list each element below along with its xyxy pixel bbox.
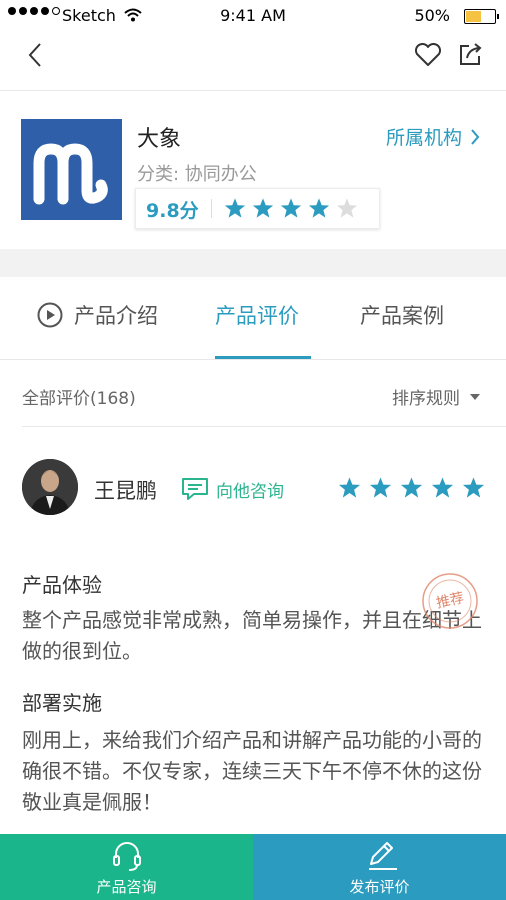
app-star-rating	[224, 197, 358, 219]
bottom-action-bar: 产品咨询 发布评价	[0, 834, 506, 900]
rating-divider	[211, 199, 212, 218]
star-empty-icon	[336, 198, 358, 218]
star-filled-icon	[400, 477, 423, 498]
publish-review-button[interactable]: 发布评价	[253, 834, 506, 900]
org-link[interactable]: 所属机构	[386, 123, 480, 150]
consult-product-button[interactable]: 产品咨询	[0, 834, 253, 900]
heart-icon[interactable]	[414, 43, 442, 67]
star-filled-icon	[369, 477, 392, 498]
app-name: 大象	[137, 127, 182, 152]
nav-bar	[0, 32, 506, 91]
section-title-deployment: 部署实施	[22, 691, 102, 715]
rating-box: 9.8分	[135, 188, 380, 229]
chat-icon	[182, 478, 208, 500]
org-link-label: 所属机构	[385, 127, 462, 149]
status-bar: Sketch 9:41 AM 50%	[0, 0, 506, 32]
play-icon	[37, 302, 63, 328]
sort-label: 排序规则	[392, 389, 460, 409]
category-value: 协同办公	[184, 164, 257, 185]
consult-product-label: 产品咨询	[96, 878, 157, 896]
app-logo	[21, 119, 122, 220]
star-filled-icon	[338, 477, 361, 498]
section-divider	[0, 249, 506, 277]
publish-review-label: 发布评价	[349, 878, 410, 896]
app-score: 9.8分	[146, 200, 199, 222]
star-filled-icon	[308, 198, 330, 218]
battery-percent: 50%	[414, 6, 450, 25]
tab-cases[interactable]: 产品案例	[360, 300, 444, 330]
section-text-deployment: 刚用上，来给我们介绍产品和讲解产品功能的小哥的确很不错。不仅专家，连续三天下午不…	[22, 728, 482, 814]
back-icon[interactable]	[26, 42, 44, 68]
section-text-experience: 整个产品感觉非常成熟，简单易操作，并且在细节上做的很到位。	[22, 608, 482, 663]
battery-icon	[464, 9, 499, 24]
review-total: 全部评价(168)	[22, 389, 136, 409]
star-filled-icon	[224, 198, 246, 218]
consult-label: 向他咨询	[216, 481, 284, 502]
caret-down-icon	[470, 393, 480, 400]
tab-intro[interactable]: 产品介绍	[74, 300, 158, 330]
headset-icon	[113, 842, 141, 871]
recommend-stamp: 推荐	[420, 571, 480, 635]
share-icon[interactable]	[458, 41, 484, 67]
reviewer-name: 王昆鹏	[94, 479, 157, 503]
app-category: 分类: 协同办公	[137, 160, 257, 186]
consult-button[interactable]: 向他咨询	[180, 476, 284, 502]
divider	[22, 426, 506, 427]
section-title-experience: 产品体验	[22, 573, 102, 597]
sort-dropdown[interactable]: 排序规则	[392, 384, 480, 409]
review-star-rating	[338, 476, 485, 499]
pencil-icon	[369, 842, 397, 870]
tab-reviews[interactable]: 产品评价	[215, 300, 299, 330]
star-filled-icon	[280, 198, 302, 218]
battery-fill	[466, 11, 481, 22]
active-tab-indicator	[215, 356, 311, 359]
chevron-right-icon	[471, 128, 480, 145]
avatar[interactable]	[22, 459, 78, 515]
category-label: 分类:	[137, 164, 185, 185]
star-filled-icon	[252, 198, 274, 218]
star-filled-icon	[462, 477, 485, 498]
star-filled-icon	[431, 477, 454, 498]
